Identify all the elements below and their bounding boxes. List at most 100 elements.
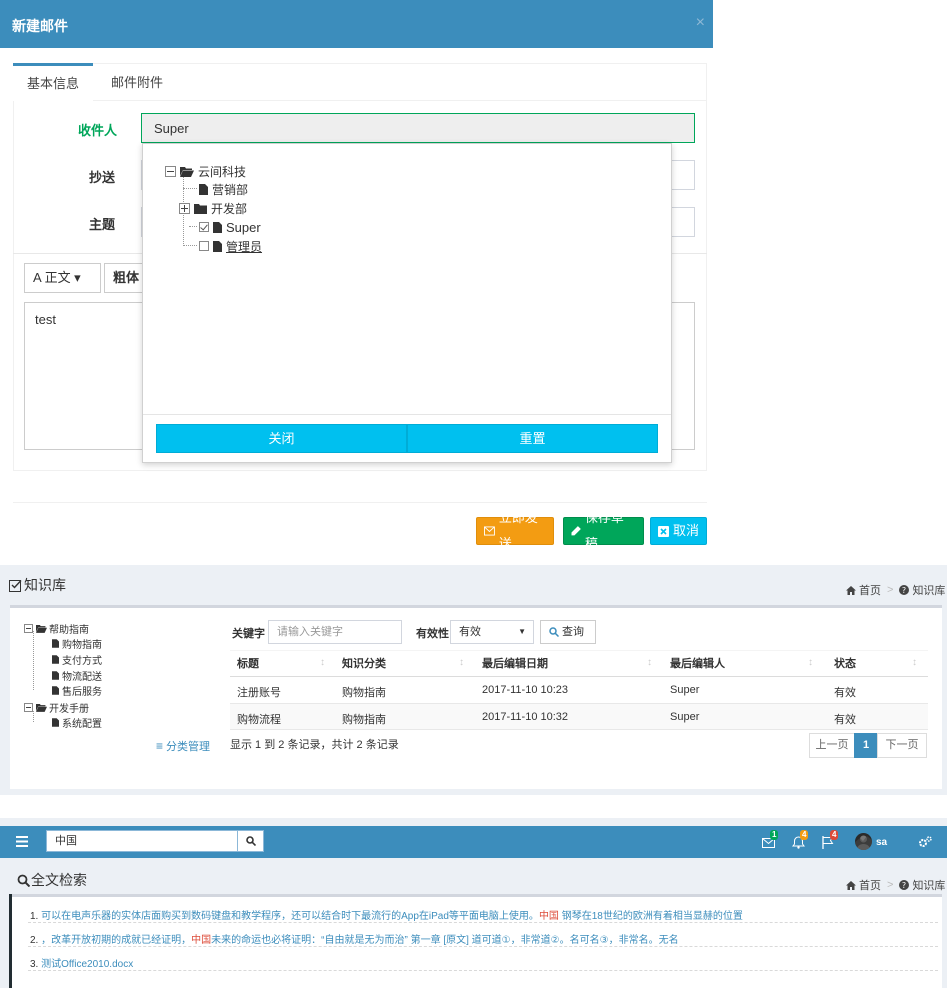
col-header-category[interactable]: 知识分类 bbox=[342, 655, 386, 671]
result-text: ，改革开放初期的成就已经证明， bbox=[41, 935, 192, 946]
save-draft-button[interactable]: 保存草稿 bbox=[563, 510, 644, 551]
search-input[interactable]: 中国 bbox=[46, 830, 238, 852]
file-icon bbox=[213, 221, 222, 233]
search-result[interactable]: 1. 可以在电声乐器的实体店面购买到数码键盘和教学程序，还可以结合时下最流行的A… bbox=[30, 907, 743, 922]
category-item[interactable]: 系统配置 bbox=[52, 716, 102, 730]
query-label: 查询 bbox=[562, 626, 584, 638]
draft-label: 保存草稿 bbox=[584, 510, 624, 551]
cancel-button[interactable]: 取消 bbox=[650, 517, 707, 545]
tree-node-dev[interactable]: 开发部 bbox=[179, 199, 247, 217]
result-divider bbox=[28, 970, 938, 971]
tree-connector bbox=[183, 245, 197, 246]
to-field[interactable]: Super bbox=[141, 113, 695, 143]
validity-select[interactable]: 有效 ▼ bbox=[450, 620, 534, 644]
result-highlight: 中国 bbox=[538, 911, 559, 922]
result-highlight: 中国 bbox=[191, 935, 212, 946]
dropdown-close-button[interactable]: 关闭 bbox=[156, 424, 407, 453]
subject-label: 主题 bbox=[89, 217, 116, 232]
category-item[interactable]: 售后服务 bbox=[52, 684, 102, 698]
user-name[interactable]: sa bbox=[876, 837, 887, 848]
collapse-icon[interactable] bbox=[165, 165, 176, 177]
cell-date: 2017-11-10 10:23 bbox=[482, 684, 569, 696]
category-item[interactable]: 购物指南 bbox=[52, 637, 102, 651]
to-field-value: Super bbox=[154, 121, 189, 136]
search-result[interactable]: 2. ，改革开放初期的成就已经证明，中国未来的命运也必将证明：“自由就是无为而治… bbox=[30, 931, 679, 946]
table-row[interactable]: 购物流程 购物指南 2017-11-10 10:32 Super 有效 bbox=[230, 704, 928, 729]
category-label: 系统配置 bbox=[62, 718, 102, 730]
sort-icon[interactable]: ↕ bbox=[647, 657, 652, 668]
tab-attachments[interactable]: 邮件附件 bbox=[111, 63, 163, 101]
pencil-icon bbox=[571, 526, 581, 536]
sort-icon[interactable]: ↕ bbox=[808, 657, 813, 668]
file-icon bbox=[52, 670, 59, 680]
envelope-icon bbox=[484, 526, 495, 536]
send-now-button[interactable]: 立即发送 bbox=[476, 510, 554, 551]
checkbox-checked[interactable] bbox=[199, 222, 209, 232]
category-item[interactable]: 支付方式 bbox=[52, 653, 102, 667]
svg-text:?: ? bbox=[902, 586, 906, 595]
file-icon bbox=[213, 240, 222, 252]
breadcrumb-home[interactable]: 首页 bbox=[859, 877, 881, 893]
col-header-editor[interactable]: 最后编辑人 bbox=[670, 655, 725, 671]
col-header-date[interactable]: 最后编辑日期 bbox=[482, 655, 548, 671]
category-group-dev[interactable]: 开发手册 bbox=[24, 701, 89, 715]
cell-status: 有效 bbox=[834, 687, 856, 699]
keyword-input[interactable]: 请输入关键字 bbox=[268, 620, 402, 644]
file-icon bbox=[199, 183, 208, 195]
expand-icon[interactable] bbox=[179, 202, 190, 214]
mail-badge: 1 bbox=[770, 830, 779, 840]
sort-icon[interactable]: ↕ bbox=[459, 657, 464, 668]
menu-toggle-icon[interactable] bbox=[16, 836, 28, 847]
checkbox[interactable] bbox=[199, 241, 209, 251]
category-label: 售后服务 bbox=[62, 686, 102, 698]
sort-icon[interactable]: ↕ bbox=[320, 657, 325, 668]
gears-icon[interactable] bbox=[918, 836, 932, 848]
search-button[interactable] bbox=[238, 830, 264, 852]
folder-open-icon bbox=[36, 624, 47, 633]
folder-open-icon bbox=[36, 703, 47, 712]
pager-prev[interactable]: 上一页 bbox=[809, 733, 855, 758]
avatar[interactable] bbox=[855, 833, 872, 850]
category-group-help[interactable]: 帮助指南 bbox=[24, 622, 89, 636]
close-icon[interactable]: × bbox=[696, 14, 705, 32]
kb-title-text: 知识库 bbox=[24, 577, 66, 593]
tree-node-super[interactable]: Super bbox=[199, 218, 261, 236]
search-result[interactable]: 3. 测试Office2010.docx bbox=[30, 955, 133, 970]
table-row[interactable]: 注册账号 购物指南 2017-11-10 10:23 Super 有效 bbox=[230, 677, 928, 702]
collapse-icon[interactable] bbox=[24, 702, 33, 712]
send-label: 立即发送 bbox=[498, 510, 538, 551]
cancel-label: 取消 bbox=[673, 523, 700, 538]
result-divider bbox=[28, 922, 938, 923]
result-number: 2. bbox=[30, 935, 39, 946]
sort-icon[interactable]: ↕ bbox=[912, 657, 917, 668]
tree-node-marketing[interactable]: 营销部 bbox=[199, 180, 248, 198]
tree-node-admin[interactable]: 管理员 bbox=[199, 237, 262, 255]
tree-node-root[interactable]: 云间科技 bbox=[165, 162, 246, 180]
category-item[interactable]: 物流配送 bbox=[52, 669, 102, 683]
collapse-icon[interactable] bbox=[24, 623, 33, 633]
to-label: 收件人 bbox=[78, 123, 118, 138]
query-button[interactable]: 查询 bbox=[540, 620, 596, 644]
breadcrumb: 首页 > ? 知识库 bbox=[846, 877, 945, 893]
tab-basic-info[interactable]: 基本信息 bbox=[13, 63, 94, 101]
question-circle-icon: ? bbox=[899, 880, 910, 890]
category-label: 购物指南 bbox=[62, 639, 102, 651]
col-header-title[interactable]: 标题 bbox=[237, 655, 259, 671]
category-manage-link[interactable]: ≡ 分类管理 bbox=[156, 738, 210, 754]
result-number: 3. bbox=[30, 959, 39, 970]
breadcrumb-current: 知识库 bbox=[912, 585, 946, 597]
search-icon bbox=[246, 836, 256, 846]
tree-label: 营销部 bbox=[212, 182, 249, 197]
category-manage-label: 分类管理 bbox=[166, 741, 211, 753]
category-label: 开发手册 bbox=[49, 703, 89, 715]
pager-page[interactable]: 1 bbox=[854, 733, 878, 758]
result-divider bbox=[28, 946, 938, 947]
question-circle-icon: ? bbox=[899, 585, 910, 595]
modal-header: 新建邮件 × bbox=[0, 0, 713, 48]
col-header-status[interactable]: 状态 bbox=[834, 655, 856, 671]
format-dropdown[interactable]: A 正文 ▾ bbox=[24, 263, 101, 293]
search-title-text: 全文检索 bbox=[31, 872, 87, 888]
pager-next[interactable]: 下一页 bbox=[877, 733, 927, 758]
dropdown-reset-button[interactable]: 重置 bbox=[407, 424, 658, 453]
breadcrumb-home[interactable]: 首页 bbox=[859, 582, 881, 598]
